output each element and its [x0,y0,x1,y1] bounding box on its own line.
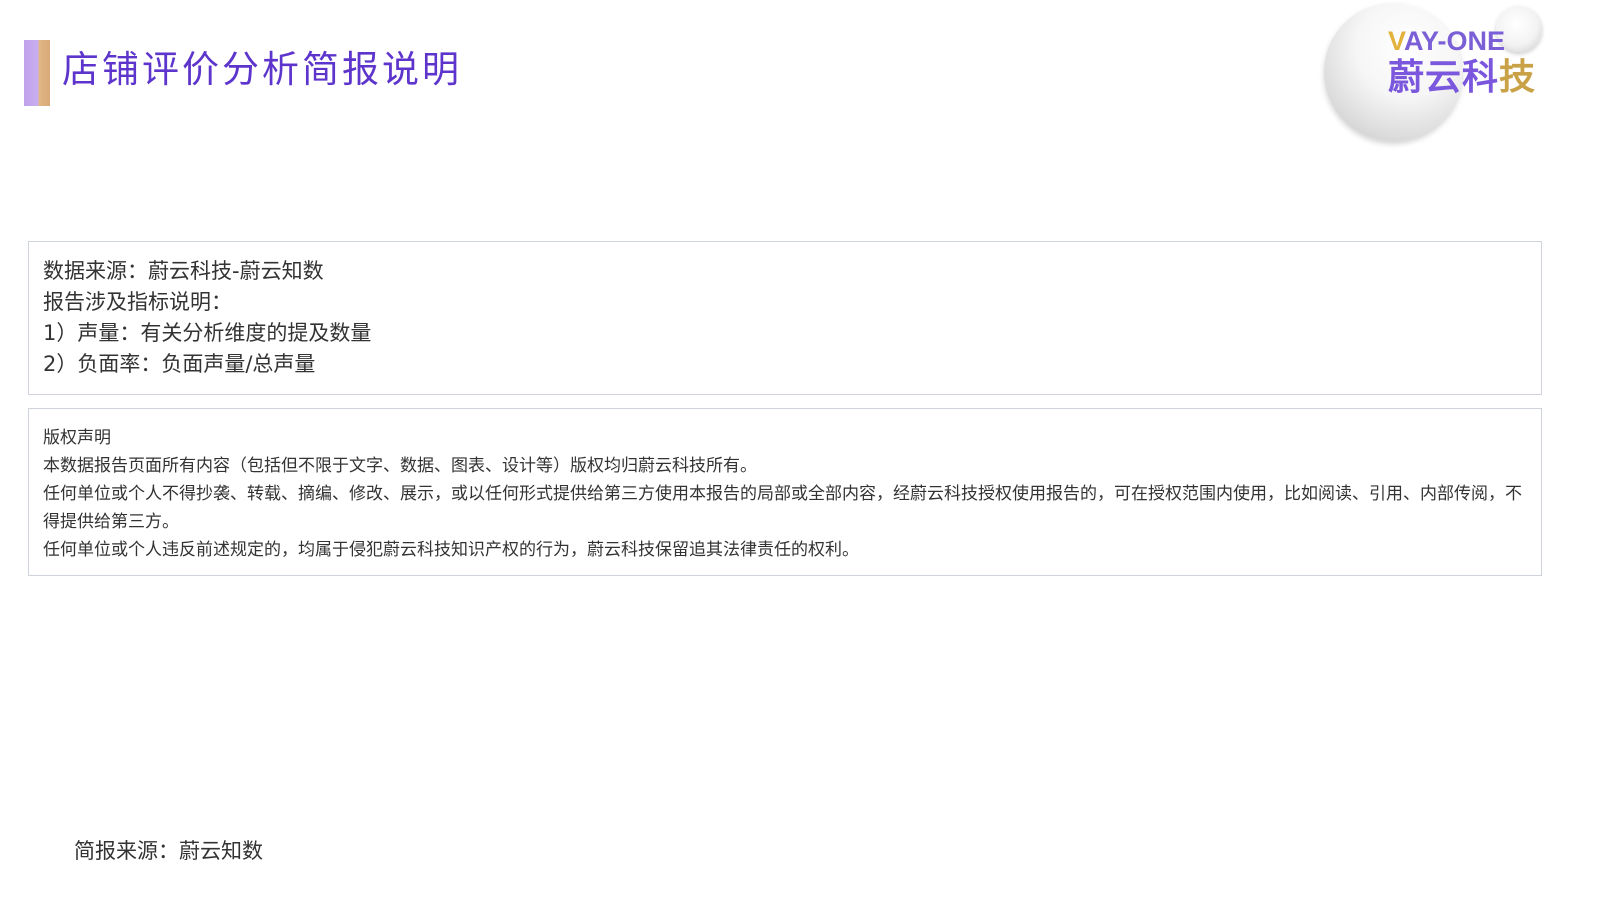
copyright-paragraph: 任何单位或个人不得抄袭、转载、摘编、修改、展示，或以任何形式提供给第三方使用本报… [43,484,1522,532]
metric-volume-line: 1）声量：有关分析维度的提及数量 [43,321,372,345]
metrics-heading-line: 报告涉及指标说明： [43,290,232,314]
page-title: 店铺评价分析简报说明 [62,48,462,91]
data-source-line: 数据来源：蔚云科技-蔚云知数 [43,259,324,283]
logo-english-rest: AY-ONE [1404,26,1506,56]
copyright-box: 版权声明 本数据报告页面所有内容（包括但不限于文字、数据、图表、设计等）版权均归… [28,408,1542,576]
copyright-heading: 版权声明 [43,428,111,448]
logo-chinese-last: 技 [1499,57,1537,98]
copyright-paragraph: 任何单位或个人违反前述规定的，均属于侵犯蔚云科技知识产权的行为，蔚云科技保留追其… [43,540,859,560]
logo-english-initial: V [1388,26,1405,56]
logo-chinese-main: 蔚云科 [1388,57,1500,98]
report-source-footer: 简报来源：蔚云知数 [74,839,263,863]
page: 店铺评价分析简报说明 VAY-ONE 蔚云科技 数据来源：蔚云科技-蔚云知数 报… [0,0,1600,900]
metric-negative-rate-line: 2）负面率：负面声量/总声量 [43,352,316,376]
data-source-box: 数据来源：蔚云科技-蔚云知数 报告涉及指标说明： 1）声量：有关分析维度的提及数… [28,241,1542,395]
title-accent-bar [24,40,50,106]
logo-chinese-name: 蔚云科技 [1388,56,1536,100]
copyright-paragraph: 本数据报告页面所有内容（包括但不限于文字、数据、图表、设计等）版权均归蔚云科技所… [43,456,757,476]
logo-english-name: VAY-ONE [1388,24,1505,58]
company-logo: VAY-ONE 蔚云科技 [1322,0,1582,150]
